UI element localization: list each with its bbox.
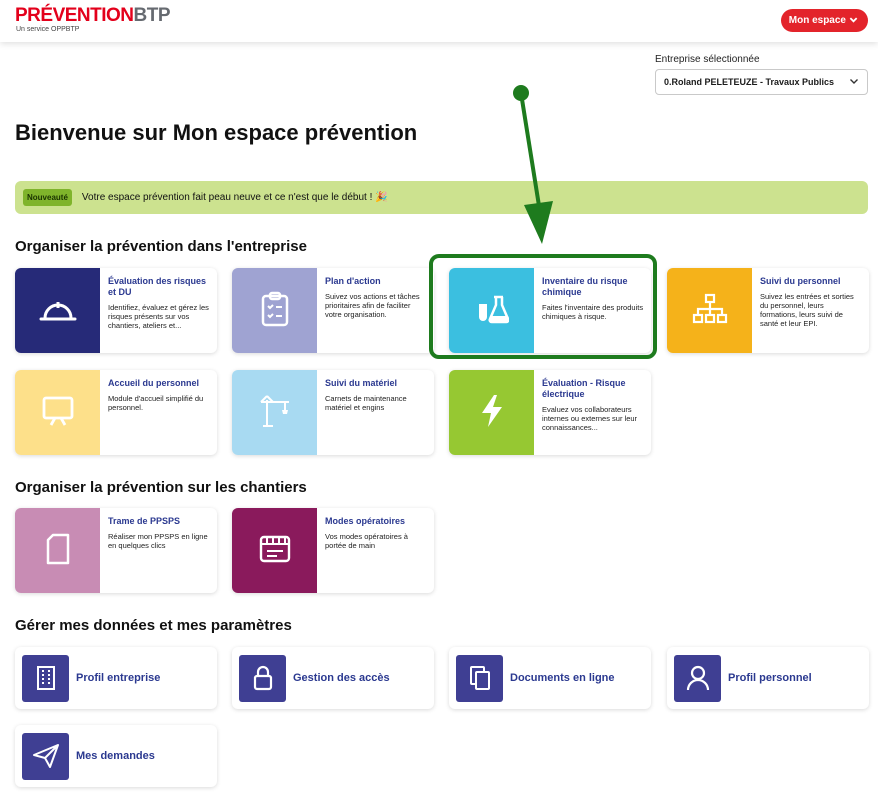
annotation-arrow	[513, 85, 553, 244]
page: PRÉVENTIONBTP Un service OPPBTP Mon espa…	[0, 0, 878, 802]
